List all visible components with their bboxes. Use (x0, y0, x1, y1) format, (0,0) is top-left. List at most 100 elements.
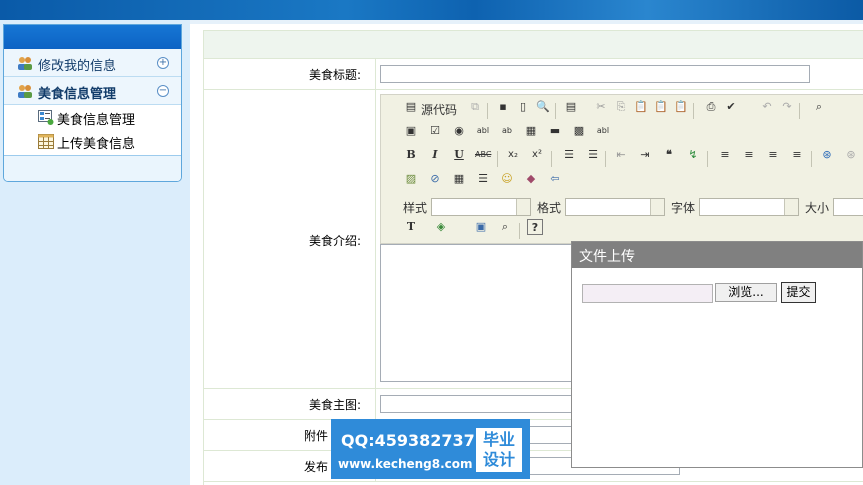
indent-icon[interactable]: ⇥ (637, 147, 653, 163)
strikethrough-icon[interactable]: ABC (475, 147, 491, 163)
numbered-list-icon[interactable]: ☰ (561, 147, 577, 163)
sidebar-item-upload-food[interactable]: 上传美食信息 (4, 129, 181, 153)
collapse-icon[interactable]: − (157, 85, 169, 97)
show-blocks-icon[interactable]: ⌕ (497, 219, 513, 235)
cut-icon[interactable]: ✂ (593, 99, 609, 115)
font-dropdown[interactable] (699, 198, 799, 216)
toolbar-separator (693, 103, 694, 119)
sidebar-item-label: 美食信息管理 (57, 113, 136, 128)
blockquote-icon[interactable]: ❝ (661, 147, 677, 163)
users-icon (18, 85, 32, 98)
document-icon[interactable]: ▤ (563, 99, 579, 115)
flash-icon[interactable]: ⊘ (427, 171, 443, 187)
radio-icon[interactable]: ◉ (451, 123, 467, 139)
form-row-title: 美食标题: (204, 59, 863, 90)
find-icon[interactable]: ⌕ (811, 99, 827, 115)
undo-icon[interactable]: ↶ (759, 99, 775, 115)
file-path-input[interactable] (582, 284, 713, 303)
sidebar-menu-label: 修改我的信息 (38, 59, 117, 74)
toolbar-separator (605, 151, 606, 167)
toolbar-separator (811, 151, 812, 167)
horizontal-rule-icon[interactable]: ☰ (475, 171, 491, 187)
expand-icon[interactable]: + (157, 57, 169, 69)
spellcheck-icon[interactable]: ✔ (723, 99, 739, 115)
toolbar-row-2: ▣ ☑ ◉ abl ab ▦ ▬ ▩ abl (381, 123, 863, 147)
sidebar-menu-edit-my-info[interactable]: 修改我的信息 + (4, 49, 181, 77)
submit-button[interactable]: 提交 (781, 282, 816, 303)
image-icon[interactable]: ▨ (403, 171, 419, 187)
redo-icon[interactable]: ↷ (779, 99, 795, 115)
align-center-icon[interactable]: ≡ (741, 147, 757, 163)
toolbar-separator (555, 103, 556, 119)
link-icon[interactable]: ⊛ (819, 147, 835, 163)
title-input[interactable] (380, 65, 810, 83)
bullet-list-icon[interactable]: ☰ (585, 147, 601, 163)
image-button-icon[interactable]: ▩ (571, 123, 587, 139)
title-label: 美食标题: (204, 59, 376, 89)
button-icon[interactable]: ▬ (547, 123, 563, 139)
textarea-icon[interactable]: ab (499, 123, 515, 139)
select-icon[interactable]: ▦ (523, 123, 539, 139)
justify-icon[interactable]: ≡ (789, 147, 805, 163)
source-code-icon[interactable]: ▤ (403, 99, 419, 115)
toolbar-separator (799, 103, 800, 119)
toolbar-separator (487, 103, 488, 119)
intro-label: 美食介绍: (204, 90, 376, 388)
templates-icon[interactable]: ⧉ (467, 99, 483, 115)
save-icon[interactable]: ▪ (495, 99, 511, 115)
print-icon[interactable]: ⎙ (703, 99, 719, 115)
smiley-icon[interactable]: ☺ (499, 171, 515, 187)
toolbar-separator (551, 151, 552, 167)
watermark-qq: QQ:459382737 (341, 431, 475, 450)
subscript-icon[interactable]: x₂ (505, 147, 521, 163)
new-page-icon[interactable]: ▯ (515, 99, 531, 115)
align-left-icon[interactable]: ≡ (717, 147, 733, 163)
bold-icon[interactable]: B (403, 147, 419, 163)
users-icon (18, 57, 32, 70)
style-dropdown[interactable] (431, 198, 531, 216)
sidebar-menu-food-management[interactable]: 美食信息管理 − (4, 77, 181, 105)
div-icon[interactable]: ↯ (685, 147, 701, 163)
background-color-icon[interactable]: ◈ (433, 219, 449, 235)
paste-icon[interactable]: 📋 (633, 99, 649, 115)
sidebar-panel: 修改我的信息 + 美食信息管理 − 美食信息管理 上传美食信息 (3, 24, 182, 182)
style-label: 样式 (403, 201, 428, 215)
form-icon[interactable]: ▣ (403, 123, 419, 139)
toolbar-separator (707, 151, 708, 167)
toolbar-separator (497, 151, 498, 167)
sidebar-item-food-management[interactable]: 美食信息管理 (4, 105, 181, 129)
textfield-icon[interactable]: abl (475, 123, 491, 139)
underline-icon[interactable]: U (451, 147, 467, 163)
hidden-field-icon[interactable]: abl (595, 123, 611, 139)
source-code-button[interactable]: 源代码 (421, 101, 457, 118)
special-char-icon[interactable]: ◆ (523, 171, 539, 187)
sidebar-header (4, 25, 181, 49)
browse-button[interactable]: 浏览... (715, 283, 777, 302)
format-dropdown[interactable] (565, 198, 665, 216)
form-header-row (204, 31, 863, 59)
align-right-icon[interactable]: ≡ (765, 147, 781, 163)
maximize-icon[interactable]: ▣ (473, 219, 489, 235)
paste-text-icon[interactable]: 📋 (653, 99, 669, 115)
help-icon[interactable]: ? (527, 219, 543, 235)
size-dropdown[interactable] (833, 198, 863, 216)
chevron-down-icon[interactable] (784, 199, 798, 215)
text-color-icon[interactable]: T (403, 219, 419, 235)
superscript-icon[interactable]: x² (529, 147, 545, 163)
watermark-badge: 毕业 设计 (476, 428, 522, 472)
table-icon (38, 134, 54, 149)
sidebar-menu-label: 美食信息管理 (38, 87, 117, 102)
table-insert-icon[interactable]: ▦ (451, 171, 467, 187)
badge-line-1: 毕业 (482, 430, 515, 449)
unlink-icon[interactable]: ⊛ (843, 147, 859, 163)
preview-icon[interactable]: 🔍 (535, 99, 551, 115)
copy-icon[interactable]: ⎘ (613, 99, 629, 115)
outdent-icon[interactable]: ⇤ (613, 147, 629, 163)
paste-word-icon[interactable]: 📋 (673, 99, 689, 115)
italic-icon[interactable]: I (427, 147, 443, 163)
chevron-down-icon[interactable] (650, 199, 664, 215)
toolbar-row-6: T ◈ ▣ ⌕ ? (381, 219, 863, 243)
checkbox-icon[interactable]: ☑ (427, 123, 443, 139)
chevron-down-icon[interactable] (516, 199, 530, 215)
page-break-icon[interactable]: ⇦ (547, 171, 563, 187)
